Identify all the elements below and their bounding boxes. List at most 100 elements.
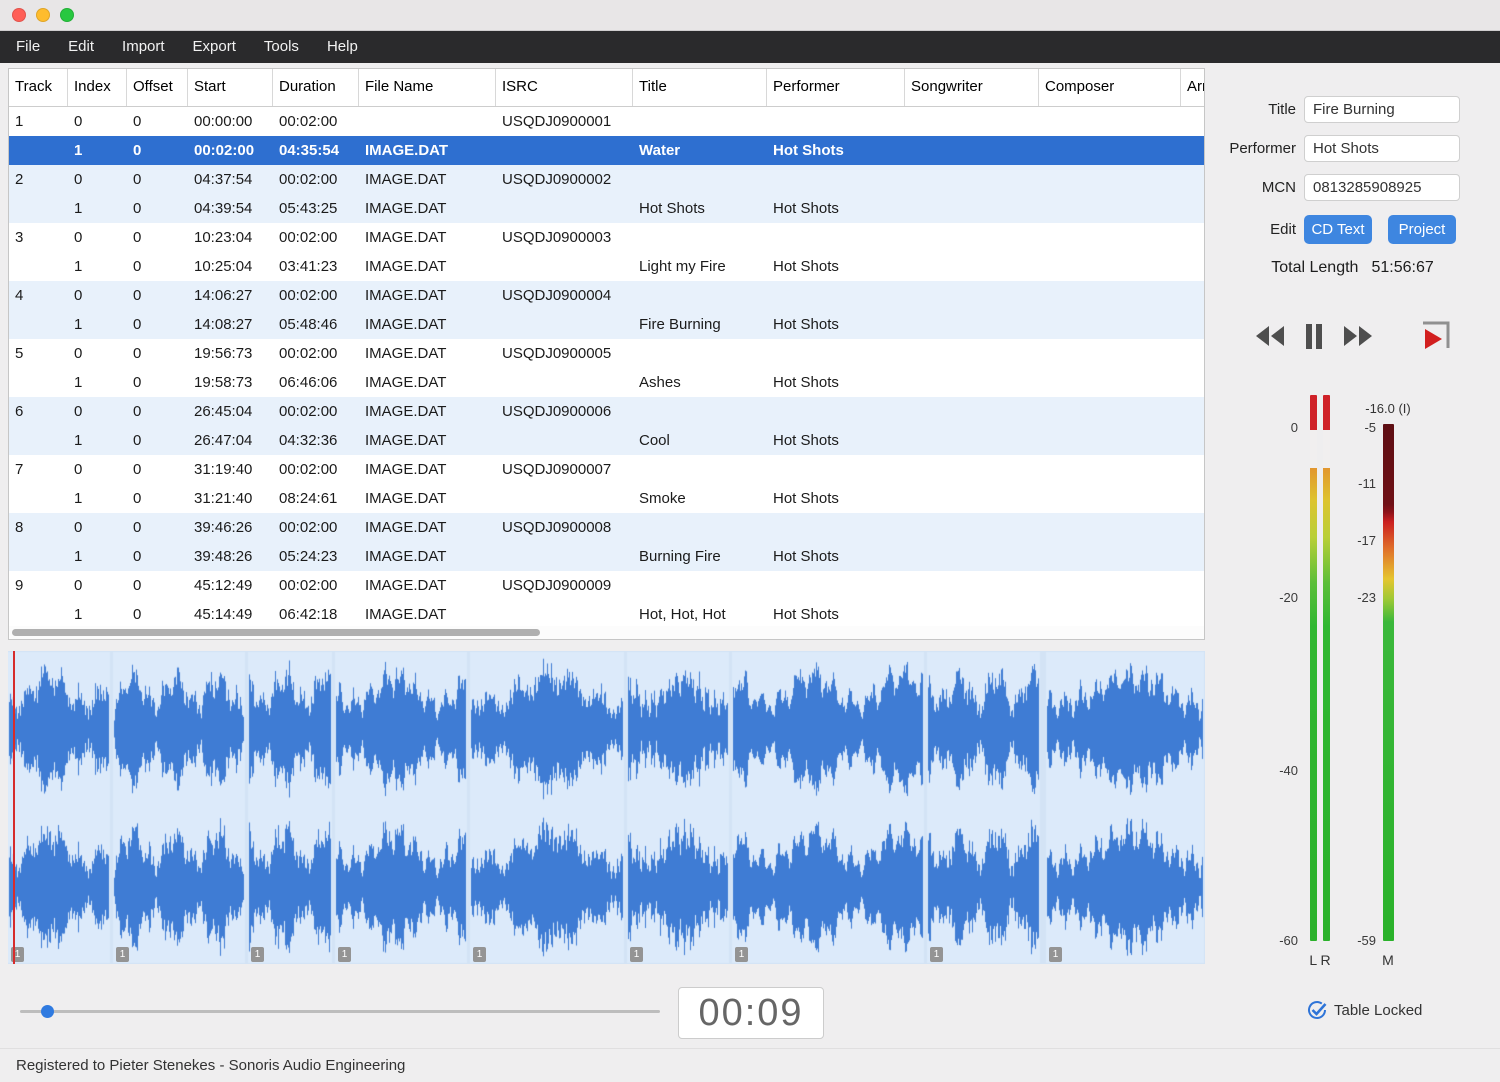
cell-isrc: USQDJ0900002 (496, 165, 633, 194)
index-flag[interactable]: 1 (630, 947, 643, 962)
table-row[interactable]: 1031:21:4008:24:61IMAGE.DATSmokeHot Shot… (9, 484, 1204, 513)
table-row[interactable]: 20004:37:5400:02:00IMAGE.DATUSQDJ0900002 (9, 165, 1204, 194)
waveform-display[interactable]: 111111111 (8, 651, 1205, 964)
column-header-arr[interactable]: Arr (1181, 69, 1205, 106)
menu-item-import[interactable]: Import (108, 31, 179, 63)
cell-title (633, 281, 767, 310)
table-row[interactable]: 80039:46:2600:02:00IMAGE.DATUSQDJ0900008 (9, 513, 1204, 542)
cell-offset: 0 (127, 310, 188, 339)
menu-item-file[interactable]: File (2, 31, 54, 63)
cell-title (633, 455, 767, 484)
cell-isrc: USQDJ0900009 (496, 571, 633, 600)
cell-index: 0 (68, 455, 127, 484)
cell-songwriter (905, 194, 1039, 223)
cell-offset: 0 (127, 542, 188, 571)
menu-item-edit[interactable]: Edit (54, 31, 108, 63)
table-row[interactable]: 1014:08:2705:48:46IMAGE.DATFire BurningH… (9, 310, 1204, 339)
menu-bar: FileEditImportExportToolsHelp (0, 31, 1500, 63)
table-row[interactable]: 60026:45:0400:02:00IMAGE.DATUSQDJ0900006 (9, 397, 1204, 426)
index-flag[interactable]: 1 (116, 947, 129, 962)
table-row[interactable]: 1045:14:4906:42:18IMAGE.DATHot, Hot, Hot… (9, 600, 1204, 629)
table-row[interactable]: 1026:47:0404:32:36IMAGE.DATCoolHot Shots (9, 426, 1204, 455)
scrollbar-thumb[interactable] (12, 629, 540, 636)
performer-label: Performer (1215, 135, 1296, 162)
table-row[interactable]: 1000:02:0004:35:54IMAGE.DATWaterHot Shot… (9, 136, 1204, 165)
column-header-file-name[interactable]: File Name (359, 69, 496, 106)
column-header-isrc[interactable]: ISRC (496, 69, 633, 106)
column-header-index[interactable]: Index (68, 69, 127, 106)
table-row[interactable]: 40014:06:2700:02:00IMAGE.DATUSQDJ0900004 (9, 281, 1204, 310)
waveform-canvas[interactable] (8, 651, 1205, 964)
zoom-button[interactable] (60, 8, 74, 22)
cell-performer: Hot Shots (767, 194, 905, 223)
column-header-start[interactable]: Start (188, 69, 273, 106)
cell-isrc: USQDJ0900001 (496, 107, 633, 136)
menu-item-tools[interactable]: Tools (250, 31, 313, 63)
horizontal-scrollbar[interactable] (9, 626, 1204, 639)
title-label: Title (1215, 96, 1296, 123)
index-flag[interactable]: 1 (251, 947, 264, 962)
cell-index: 0 (68, 107, 127, 136)
table-row[interactable]: 1039:48:2605:24:23IMAGE.DATBurning FireH… (9, 542, 1204, 571)
table-locked-check-icon[interactable] (1306, 999, 1328, 1026)
column-header-offset[interactable]: Offset (127, 69, 188, 106)
menu-item-export[interactable]: Export (179, 31, 250, 63)
cell-songwriter (905, 426, 1039, 455)
column-header-songwriter[interactable]: Songwriter (905, 69, 1039, 106)
index-flag[interactable]: 1 (338, 947, 351, 962)
mcn-input[interactable] (1304, 174, 1460, 201)
cell-index: 1 (68, 600, 127, 629)
cell-start: 31:21:40 (188, 484, 273, 513)
cd-text-button[interactable]: CD Text (1304, 215, 1372, 244)
cell-start: 00:02:00 (188, 136, 273, 165)
performer-input[interactable] (1304, 135, 1460, 162)
index-flag[interactable]: 1 (735, 947, 748, 962)
cell-duration: 08:24:61 (273, 484, 359, 513)
column-header-track[interactable]: Track (9, 69, 68, 106)
playhead-cursor[interactable] (13, 651, 15, 964)
column-header-duration[interactable]: Duration (273, 69, 359, 106)
column-header-title[interactable]: Title (633, 69, 767, 106)
title-input[interactable] (1304, 96, 1460, 123)
table-row[interactable]: 1010:25:0403:41:23IMAGE.DATLight my Fire… (9, 252, 1204, 281)
table-row[interactable]: 30010:23:0400:02:00IMAGE.DATUSQDJ0900003 (9, 223, 1204, 252)
fast-forward-button[interactable] (1343, 325, 1373, 347)
cell-isrc: USQDJ0900003 (496, 223, 633, 252)
pause-button[interactable] (1305, 323, 1323, 350)
cell-offset: 0 (127, 455, 188, 484)
cell-file-name: IMAGE.DAT (359, 397, 496, 426)
cell-index: 1 (68, 426, 127, 455)
column-header-composer[interactable]: Composer (1039, 69, 1181, 106)
index-flag[interactable]: 1 (473, 947, 486, 962)
cell-start: 45:12:49 (188, 571, 273, 600)
index-flag[interactable]: 1 (930, 947, 943, 962)
cell-songwriter (905, 107, 1039, 136)
table-row[interactable]: 90045:12:4900:02:00IMAGE.DATUSQDJ0900009 (9, 571, 1204, 600)
table-row[interactable]: 50019:56:7300:02:00IMAGE.DATUSQDJ0900005 (9, 339, 1204, 368)
table-row[interactable]: 70031:19:4000:02:00IMAGE.DATUSQDJ0900007 (9, 455, 1204, 484)
close-button[interactable] (12, 8, 26, 22)
cell-arr (1181, 223, 1204, 252)
m-meter-caption: M (1377, 952, 1399, 968)
table-row[interactable]: 1004:39:5405:43:25IMAGE.DATHot ShotsHot … (9, 194, 1204, 223)
table-row[interactable]: 1019:58:7306:46:06IMAGE.DATAshesHot Shot… (9, 368, 1204, 397)
cell-composer (1039, 252, 1181, 281)
cell-performer (767, 165, 905, 194)
cell-duration: 04:32:36 (273, 426, 359, 455)
rewind-button[interactable] (1255, 325, 1285, 347)
cell-performer (767, 571, 905, 600)
menu-item-help[interactable]: Help (313, 31, 372, 63)
cell-track (9, 426, 68, 455)
position-slider-knob[interactable] (41, 1005, 54, 1018)
play-from-cursor-button[interactable] (1417, 320, 1451, 352)
project-button[interactable]: Project (1388, 215, 1456, 244)
cell-title: Fire Burning (633, 310, 767, 339)
minimize-button[interactable] (36, 8, 50, 22)
table-row[interactable]: 10000:00:0000:02:00USQDJ0900001 (9, 107, 1204, 136)
cell-track: 6 (9, 397, 68, 426)
index-flag[interactable]: 1 (1049, 947, 1062, 962)
cell-start: 10:25:04 (188, 252, 273, 281)
position-slider-track[interactable] (20, 1010, 660, 1013)
cell-start: 14:08:27 (188, 310, 273, 339)
column-header-performer[interactable]: Performer (767, 69, 905, 106)
